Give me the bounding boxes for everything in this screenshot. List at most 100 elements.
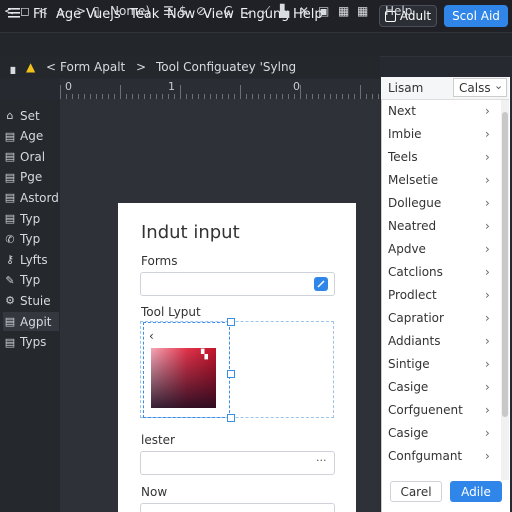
lester-label: lester bbox=[141, 433, 175, 447]
list-item[interactable]: Neatred bbox=[388, 219, 436, 233]
back-icon[interactable]: < bbox=[4, 4, 14, 18]
chevron-right-icon: › bbox=[485, 196, 490, 210]
sidebar-item-label: Typ bbox=[20, 273, 41, 288]
chevron-right-icon: › bbox=[485, 311, 490, 325]
save-icon[interactable]: ▣ bbox=[318, 4, 329, 18]
sidebar-item[interactable]: ✎ Typ bbox=[3, 271, 59, 290]
list-item[interactable]: Sintige bbox=[388, 357, 430, 371]
chevron-left-icon[interactable]: ‹ bbox=[149, 329, 154, 343]
ruler-label: 0 bbox=[65, 80, 72, 93]
ruler-tick bbox=[240, 85, 241, 99]
ruler-tick bbox=[360, 85, 361, 99]
sidebar-item[interactable]: ⌂ Set bbox=[3, 106, 59, 125]
chevron-right-icon: > bbox=[136, 60, 147, 74]
forms-input[interactable] bbox=[140, 272, 335, 296]
grid-icon: ▤ bbox=[4, 129, 16, 143]
list-item[interactable]: Confgumant bbox=[388, 449, 462, 463]
chevron-right-icon: › bbox=[485, 288, 490, 302]
list-item[interactable]: Dollegue bbox=[388, 196, 441, 210]
chevron-right-icon: › bbox=[485, 219, 490, 233]
cancel-button[interactable]: Carel bbox=[390, 481, 442, 502]
list-item[interactable]: Corfguenent bbox=[388, 403, 463, 417]
frame-icon[interactable]: ◻ bbox=[20, 4, 30, 18]
list-item[interactable]: Next bbox=[388, 104, 416, 118]
ruler-label: 1 bbox=[168, 80, 175, 93]
chevron-right-icon: › bbox=[485, 242, 490, 256]
bookmark-icon[interactable]: ▙ bbox=[280, 4, 289, 18]
chevron-left-icon[interactable]: < bbox=[46, 60, 56, 74]
sidebar-item[interactable]: ▤ Typ bbox=[3, 209, 59, 228]
list-item[interactable]: Casige bbox=[388, 426, 428, 440]
help-menu[interactable]: Help bbox=[385, 4, 412, 18]
sidebar-item[interactable]: ▤ Typs bbox=[3, 333, 59, 352]
toolbar bbox=[0, 32, 512, 57]
chevron-right-icon: › bbox=[485, 380, 490, 394]
list-item[interactable]: Apdve bbox=[388, 242, 426, 256]
list-item[interactable]: Capratior bbox=[388, 311, 444, 325]
class-select-value: Calss bbox=[459, 81, 491, 95]
file-icon[interactable]: ▯ bbox=[93, 4, 100, 18]
list-item[interactable]: Melsetie bbox=[388, 173, 438, 187]
list-item[interactable]: Imbie bbox=[388, 127, 422, 141]
edit-icon[interactable] bbox=[314, 277, 328, 291]
chevron-left-icon[interactable]: < bbox=[38, 4, 48, 18]
sidebar-item-label: Oral bbox=[20, 149, 46, 164]
sidebar-item[interactable]: ▤ Oral bbox=[3, 147, 59, 166]
dollar-icon[interactable]: $ bbox=[179, 4, 187, 18]
sidebar-item[interactable]: ✆ Typ bbox=[3, 230, 59, 249]
grid-icon: ▤ bbox=[4, 335, 16, 349]
resize-handle[interactable] bbox=[227, 370, 235, 378]
chevron-right-icon: › bbox=[485, 150, 490, 164]
resize-handle[interactable] bbox=[227, 318, 235, 326]
grid-icon: ▤ bbox=[4, 212, 16, 225]
grid-icon: ▤ bbox=[4, 170, 16, 184]
ruler-tick bbox=[120, 85, 121, 99]
resize-handle[interactable] bbox=[227, 414, 235, 422]
pen-icon: ✎ bbox=[5, 273, 15, 287]
chevron-right-icon: › bbox=[485, 426, 490, 440]
list-item[interactable]: Teels bbox=[388, 150, 418, 164]
chevron-right-icon: › bbox=[485, 173, 490, 187]
picker-marker-icon[interactable]: ▚ bbox=[201, 350, 208, 360]
close-icon[interactable]: ✕ bbox=[299, 4, 309, 18]
sidebar-item-label: Stuie bbox=[20, 293, 51, 308]
sidebar-item[interactable]: ⚷ Lyfts bbox=[3, 250, 59, 269]
sidebar-item-label: Astord bbox=[20, 190, 59, 205]
chevron-right-icon: › bbox=[485, 449, 490, 463]
now-label: Now bbox=[141, 485, 168, 499]
sidebar-item[interactable]: ▤ Astord bbox=[3, 188, 59, 207]
add-button[interactable]: Adile bbox=[450, 481, 502, 502]
scrollbar-thumb[interactable] bbox=[502, 112, 508, 417]
name-field-label[interactable]: Nome) bbox=[110, 4, 150, 18]
lester-input[interactable] bbox=[140, 451, 335, 475]
scout-aid-button[interactable]: Scol Aid bbox=[444, 5, 508, 27]
sidebar-item[interactable]: ▤ Age bbox=[3, 127, 59, 146]
ruler-tick bbox=[300, 85, 301, 99]
ruler-tick bbox=[60, 85, 61, 99]
sidebar-item[interactable]: ⚙ Stuie bbox=[3, 291, 59, 310]
more-options-icon[interactable]: ··· bbox=[316, 454, 327, 467]
phone-icon: ✆ bbox=[5, 232, 15, 246]
gear-icon: ⚙ bbox=[5, 294, 15, 308]
brush-icon[interactable]: ⟋ bbox=[262, 4, 270, 19]
sidebar-item-label: Typ bbox=[20, 211, 41, 226]
chevron-right-icon[interactable]: > bbox=[76, 4, 86, 18]
warning-icon: ▲ bbox=[26, 60, 36, 74]
list-icon[interactable]: ☰ bbox=[163, 4, 174, 18]
now-input[interactable] bbox=[140, 503, 335, 512]
breadcrumb-item-tool-config[interactable]: Tool Configuatey 'Sylng bbox=[156, 60, 296, 74]
table-icon[interactable]: ▦ bbox=[357, 4, 368, 18]
list-item[interactable]: Catclions bbox=[388, 265, 443, 279]
diamond-icon[interactable]: ⟡ bbox=[57, 4, 65, 19]
chevron-down-icon[interactable]: ⌄ bbox=[494, 79, 503, 92]
dropdown-icon[interactable]: ⌄ bbox=[242, 4, 252, 18]
breadcrumb-item-form[interactable]: Form Apalt bbox=[60, 60, 125, 74]
sidebar-item[interactable]: ▤ Pge bbox=[3, 168, 59, 187]
list-item[interactable]: Prodlect bbox=[388, 288, 437, 302]
sidebar-item[interactable]: ▤ Agpit bbox=[3, 312, 59, 331]
refresh-icon[interactable]: C bbox=[224, 4, 232, 18]
grid-icon[interactable]: ▦ bbox=[338, 4, 349, 18]
tag-icon[interactable]: ⊘ bbox=[196, 4, 206, 18]
list-item[interactable]: Addiants bbox=[388, 334, 440, 348]
list-item[interactable]: Casige bbox=[388, 380, 428, 394]
